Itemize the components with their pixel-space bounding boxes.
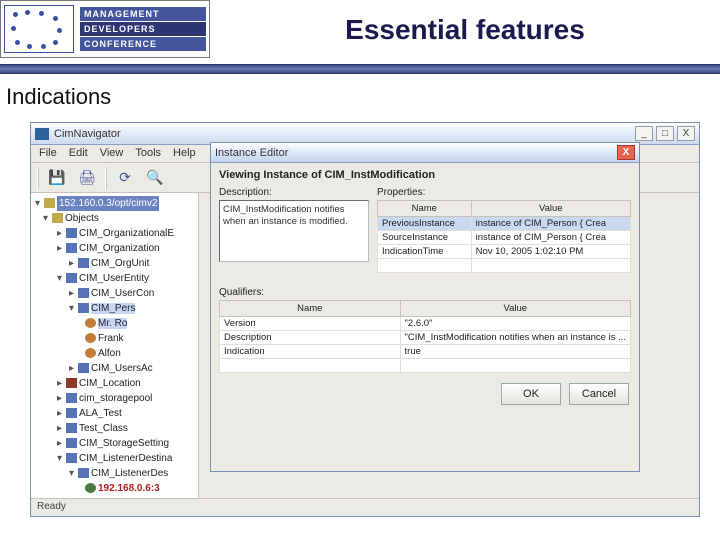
object-tree[interactable]: ▾152.160.0.3/opt/cimv2 ▾Objects ▸CIM_Org… [31,193,199,498]
tree-item[interactable]: CIM_OrganizationalE [79,228,174,239]
table-row [220,359,631,373]
tree-person[interactable]: Mr. Ro [98,318,127,329]
table-row[interactable]: SourceInstance instance of CIM_Person { … [378,231,631,245]
slide-title: Essential features [210,0,720,46]
tree-listener-ip[interactable]: 192.168.0.6:3 [98,483,160,494]
cell: Version [220,317,401,331]
tree-item[interactable]: CIM_Organization [79,243,160,254]
cell: Nov 10, 2005 1:02:10 PM [471,245,630,259]
menu-edit[interactable]: Edit [69,147,88,160]
tree-item[interactable]: ALA_Test [79,408,122,419]
slide-divider [0,64,720,74]
save-icon[interactable]: 💾 [45,166,69,190]
tree-item[interactable]: CIM_OrgUnit [91,258,149,269]
cell: IndicationTime [378,245,472,259]
print-icon[interactable]: 🖨 [75,166,99,190]
tree-item[interactable]: cim_storagepool [79,393,152,404]
table-row[interactable]: Version "2.6.0" [220,317,631,331]
tree-person[interactable]: Alfon [98,348,121,359]
app-icon [35,128,49,140]
viewing-label: Viewing Instance of CIM_InstModification [219,169,631,181]
menu-tools[interactable]: Tools [135,147,161,160]
mdc-logo: MANAGEMENT DEVELOPERS CONFERENCE [0,0,210,58]
tree-item[interactable]: CIM_UsersAc [91,363,153,374]
minimize-button[interactable]: _ [635,126,653,141]
tree-item[interactable]: CIM_Location [79,378,141,389]
tree-item[interactable]: CIM_UserEntity [79,273,149,284]
qualifiers-label: Qualifiers: [219,287,631,298]
logo-label-management: MANAGEMENT [80,7,206,21]
dialog-titlebar[interactable]: Instance Editor X [211,143,639,163]
ok-button[interactable]: OK [501,383,561,405]
description-label: Description: [219,187,369,198]
status-text: Ready [37,501,66,512]
menu-file[interactable]: File [39,147,57,160]
props-header-name[interactable]: Name [378,201,472,217]
cancel-button[interactable]: Cancel [569,383,629,405]
qual-header-value[interactable]: Value [400,301,630,317]
table-row [378,259,631,273]
qualifiers-table[interactable]: Name Value Version "2.6.0" Description "… [219,300,631,373]
tree-root[interactable]: 152.160.0.3/opt/cimv2 [57,196,159,211]
tree-item[interactable]: CIM_StorageSetting [79,438,169,449]
maximize-button[interactable]: □ [656,126,674,141]
cell: "CIM_InstModification notifies when an i… [400,331,630,345]
tree-item[interactable]: Test_Class [79,423,128,434]
cell: SourceInstance [378,231,472,245]
tree-item[interactable]: CIM_ListenerDes [91,468,168,479]
menu-view[interactable]: View [100,147,124,160]
menu-help[interactable]: Help [173,147,196,160]
cell: instance of CIM_Person { Crea [471,217,630,231]
dialog-title: Instance Editor [215,147,288,159]
refresh-icon[interactable]: ⟳ [113,166,137,190]
tree-objects[interactable]: Objects [65,213,99,224]
instance-editor-dialog: Instance Editor X Viewing Instance of CI… [210,142,640,472]
tree-item[interactable]: CIM_ListenerDestina [79,453,172,464]
description-box: CIM_InstModification notifies when an in… [219,200,369,262]
dialog-close-button[interactable]: X [617,145,635,160]
properties-table[interactable]: Name Value PreviousInstance instance of … [377,200,631,273]
search-icon[interactable]: 🔍 [143,166,167,190]
cell: Description [220,331,401,345]
slide-subtitle: Indications [6,84,720,110]
logo-label-conference: CONFERENCE [80,37,206,51]
mdc-logo-dots [4,5,74,53]
tree-item-selected[interactable]: CIM_Pers [91,303,135,314]
table-row[interactable]: Indication true [220,345,631,359]
status-bar: Ready [31,498,699,516]
props-header-value[interactable]: Value [471,201,630,217]
close-button[interactable]: X [677,126,695,141]
properties-label: Properties: [377,187,631,198]
cell: instance of CIM_Person { Crea [471,231,630,245]
table-row[interactable]: IndicationTime Nov 10, 2005 1:02:10 PM [378,245,631,259]
qual-header-name[interactable]: Name [220,301,401,317]
table-row[interactable]: Description "CIM_InstModification notifi… [220,331,631,345]
tree-item[interactable]: CIM_UserCon [91,288,154,299]
table-row[interactable]: PreviousInstance instance of CIM_Person … [378,217,631,231]
cell: true [400,345,630,359]
window-title: CimNavigator [54,128,121,140]
cell: PreviousInstance [378,217,472,231]
tree-person[interactable]: Frank [98,333,124,344]
logo-label-developers: DEVELOPERS [80,22,206,36]
cell: "2.6.0" [400,317,630,331]
cell: Indication [220,345,401,359]
